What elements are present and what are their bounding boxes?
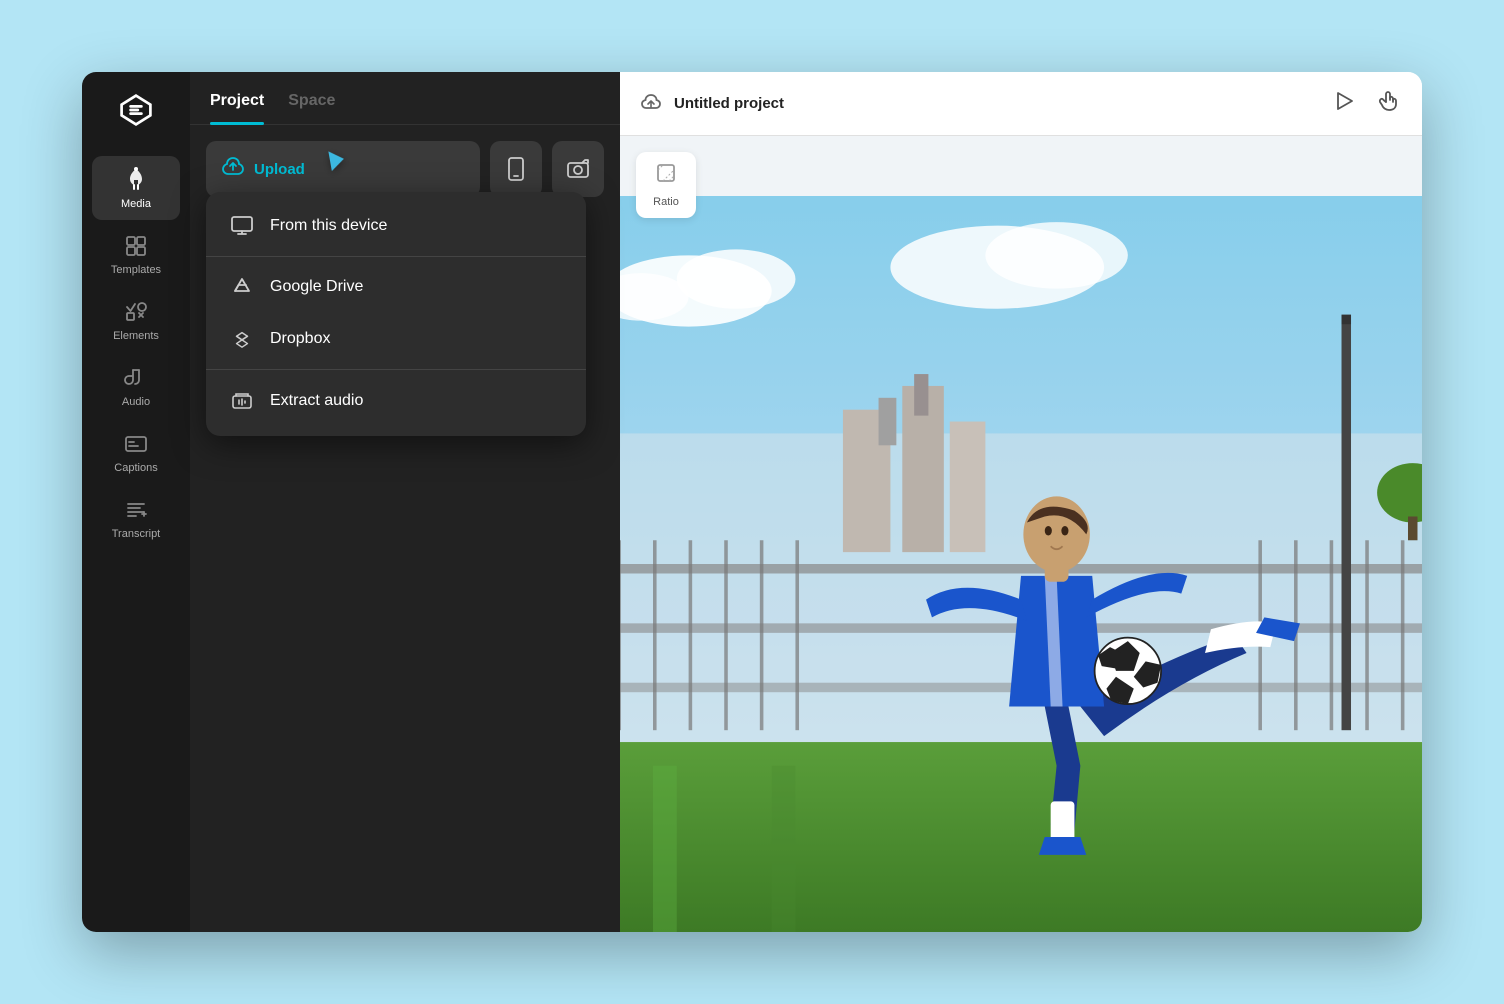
panel-content: Upload — [190, 125, 620, 932]
ratio-label: Ratio — [653, 196, 679, 208]
sidebar-item-audio[interactable]: Audio — [92, 356, 180, 418]
google-drive-icon — [230, 277, 254, 297]
preview-title-area: Untitled project — [640, 91, 784, 117]
from-device-label: From this device — [270, 217, 387, 235]
elements-icon — [124, 300, 148, 324]
ratio-tool[interactable]: Ratio — [636, 152, 696, 218]
upload-dropdown: From this device Google Drive — [206, 192, 586, 436]
dropbox-label: Dropbox — [270, 330, 330, 348]
sidebar-item-elements[interactable]: Elements — [92, 290, 180, 352]
ratio-icon — [655, 162, 677, 190]
sidebar-transcript-label: Transcript — [112, 528, 161, 540]
sidebar-item-captions[interactable]: Captions — [92, 422, 180, 484]
cloud-save-icon — [640, 91, 662, 117]
hand-tool-button[interactable] — [1374, 86, 1402, 121]
media-icon — [123, 166, 149, 192]
dropdown-item-device[interactable]: From this device — [206, 200, 586, 252]
divider-2 — [206, 369, 586, 370]
captions-icon — [124, 432, 148, 456]
sidebar-elements-label: Elements — [113, 330, 159, 342]
play-button[interactable] — [1332, 86, 1358, 121]
project-title: Untitled project — [674, 95, 784, 112]
dropdown-item-extract[interactable]: Extract audio — [206, 374, 586, 428]
extract-audio-icon — [230, 390, 254, 412]
sidebar-item-templates[interactable]: Templates — [92, 224, 180, 286]
soccer-image-area — [620, 196, 1422, 932]
preview-header: Untitled project — [620, 72, 1422, 136]
sidebar-templates-label: Templates — [111, 264, 161, 276]
sidebar-media-label: Media — [121, 198, 151, 210]
mobile-device-button[interactable] — [490, 141, 542, 197]
dropdown-item-drive[interactable]: Google Drive — [206, 261, 586, 313]
sidebar-item-transcript[interactable]: Transcript — [92, 488, 180, 550]
audio-icon — [124, 366, 148, 390]
left-panel: Project Space Upload — [190, 72, 620, 932]
sidebar-audio-label: Audio — [122, 396, 150, 408]
tab-space[interactable]: Space — [288, 92, 335, 124]
templates-icon — [124, 234, 148, 258]
preview-canvas: Ratio — [620, 136, 1422, 932]
upload-cloud-icon — [222, 155, 244, 183]
extract-audio-label: Extract audio — [270, 392, 363, 410]
sidebar-captions-label: Captions — [114, 462, 157, 474]
monitor-icon — [230, 216, 254, 236]
dropdown-item-dropbox[interactable]: Dropbox — [206, 313, 586, 365]
preview-actions — [1332, 86, 1402, 121]
sidebar-item-media[interactable]: Media — [92, 156, 180, 220]
upload-area: Upload — [206, 141, 604, 197]
google-drive-label: Google Drive — [270, 278, 363, 296]
app-logo — [118, 92, 154, 128]
upload-label: Upload — [254, 161, 305, 178]
right-panel: Untitled project — [620, 72, 1422, 932]
tab-project[interactable]: Project — [210, 92, 264, 124]
panel-tabs: Project Space — [190, 72, 620, 125]
divider-1 — [206, 256, 586, 257]
camera-button[interactable] — [552, 141, 604, 197]
sidebar: Media Templates — [82, 72, 190, 932]
dropbox-icon — [230, 329, 254, 349]
transcript-icon — [124, 498, 148, 522]
upload-button[interactable]: Upload — [206, 141, 480, 197]
